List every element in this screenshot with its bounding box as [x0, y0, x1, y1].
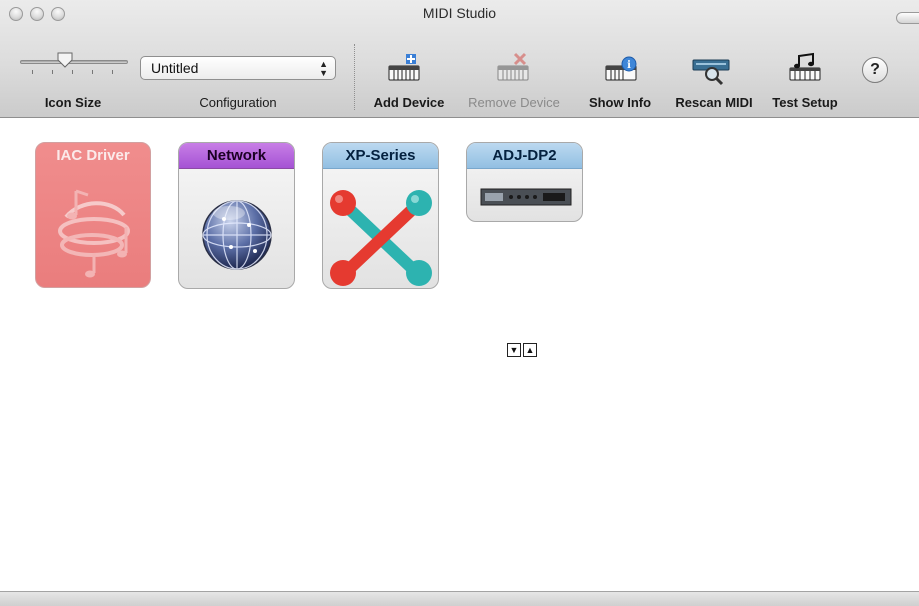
slider-track: [20, 60, 128, 64]
slider-tick: [72, 70, 73, 74]
network-globe-icon: [202, 200, 272, 270]
device-name: Network: [179, 143, 294, 169]
device-name: ADJ-DP2: [467, 143, 582, 169]
expand-up-button[interactable]: ▲: [523, 343, 537, 357]
configuration-popup[interactable]: Untitled ▲ ▼: [140, 56, 336, 80]
remove-device-icon[interactable]: [495, 52, 531, 86]
configuration-label: Configuration: [199, 95, 277, 110]
test-setup-label[interactable]: Test Setup: [772, 95, 838, 110]
svg-text:i: i: [627, 60, 631, 71]
popup-arrows-icon: ▲ ▼: [319, 59, 328, 78]
toolbar-separator: [354, 44, 355, 110]
icon-size-label: Icon Size: [44, 95, 102, 110]
slider-tick: [32, 70, 33, 74]
help-button[interactable]: ?: [862, 57, 888, 83]
test-setup-icon[interactable]: [787, 52, 823, 86]
device-canvas[interactable]: IAC Driver Network XP-Series ADJ-DP2 ▼ ▲: [0, 119, 919, 591]
icon-size-slider[interactable]: [20, 52, 128, 82]
device-name: IAC Driver: [56, 147, 130, 164]
slider-knob[interactable]: [57, 52, 73, 68]
show-info-icon[interactable]: i: [603, 52, 639, 86]
remove-device-label[interactable]: Remove Device: [468, 95, 560, 110]
toolbar: MIDI Studio Icon Size Untitled ▲ ▼ Config…: [0, 0, 919, 118]
device-network[interactable]: Network: [178, 142, 295, 289]
add-device-icon[interactable]: [386, 52, 422, 86]
slider-tick: [92, 70, 93, 74]
add-device-label[interactable]: Add Device: [374, 95, 445, 110]
show-info-label[interactable]: Show Info: [589, 95, 651, 110]
rack-device-icon: [480, 188, 572, 206]
bottom-bar: [0, 591, 919, 606]
window-title: MIDI Studio: [422, 5, 497, 21]
midi-studio-window: MIDI Studio Icon Size Untitled ▲ ▼ Config…: [0, 0, 919, 606]
device-adj-dp2[interactable]: ADJ-DP2: [466, 142, 583, 222]
device-xp-series[interactable]: XP-Series: [322, 142, 439, 289]
toolbar-toggle-button[interactable]: [896, 12, 919, 24]
rescan-midi-icon[interactable]: [691, 52, 731, 88]
rescan-midi-label[interactable]: Rescan MIDI: [675, 95, 752, 110]
configuration-value: Untitled: [151, 60, 199, 76]
xp-series-icon: [330, 190, 432, 286]
device-expanders: ▼ ▲: [507, 343, 537, 357]
music-notes-icon: [58, 189, 130, 278]
slider-tick: [112, 70, 113, 74]
device-name: XP-Series: [323, 143, 438, 169]
slider-tick: [52, 70, 53, 74]
device-iac-driver[interactable]: IAC Driver: [35, 142, 151, 288]
expand-down-button[interactable]: ▼: [507, 343, 521, 357]
